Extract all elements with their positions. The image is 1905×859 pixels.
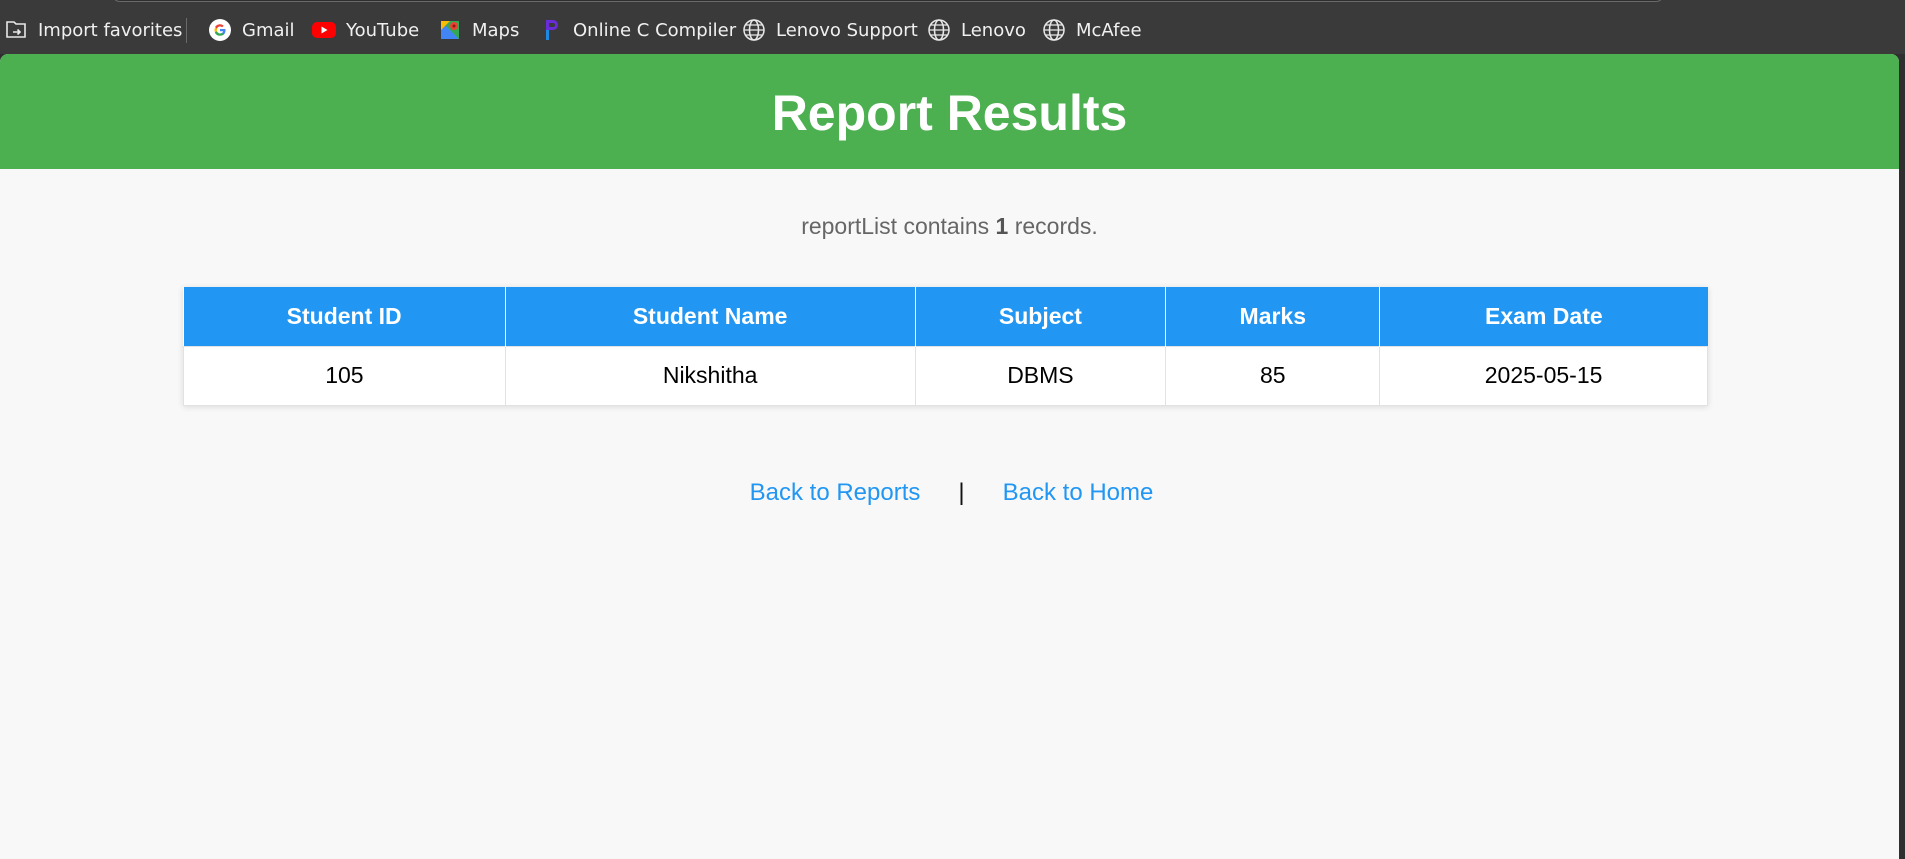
favorite-label: Online C Compiler: [573, 19, 737, 41]
cell-subject: DBMS: [914, 345, 1167, 406]
link-separator: |: [958, 479, 965, 506]
navigation-links: Back to Reports | Back to Home: [0, 479, 1899, 507]
page-viewport: Report Results reportList contains 1 rec…: [0, 54, 1899, 859]
address-bar-edge: [112, 0, 1664, 2]
favorite-mcafee[interactable]: McAfee: [1041, 16, 1142, 44]
favorites-divider: [186, 18, 187, 43]
favorite-lenovo-support[interactable]: Lenovo Support: [741, 16, 918, 44]
column-header-student-id: Student ID: [183, 287, 506, 346]
favorite-youtube[interactable]: YouTube: [311, 16, 419, 44]
back-to-home-link[interactable]: Back to Home: [1003, 479, 1154, 507]
page-title: Report Results: [771, 84, 1128, 141]
favorites-bar: Import favorites Gmail YouTube Maps Onli…: [0, 0, 1905, 54]
window-edge: [1899, 54, 1905, 859]
favorite-label: YouTube: [346, 19, 420, 41]
favorite-lenovo[interactable]: Lenovo: [926, 16, 1026, 44]
globe-icon: [926, 17, 952, 43]
cell-marks: 85: [1165, 345, 1381, 406]
table-header-row: Student ID Student Name Subject Marks Ex…: [183, 287, 1708, 346]
cell-student-name: Nikshitha: [504, 345, 916, 406]
favorite-label: Lenovo Support: [776, 19, 918, 41]
back-to-reports-link[interactable]: Back to Reports: [750, 479, 921, 507]
globe-icon: [1041, 17, 1067, 43]
maps-icon: [437, 17, 463, 43]
import-favorites-icon: [3, 17, 29, 43]
favorite-import-favorites[interactable]: Import favorites: [3, 16, 182, 44]
cell-exam-date: 2025-05-15: [1379, 345, 1708, 406]
favorite-maps[interactable]: Maps: [437, 16, 519, 44]
column-header-student-name: Student Name: [504, 287, 916, 346]
favorite-online-c-compiler[interactable]: Online C Compiler: [538, 16, 736, 44]
table-row: 105 Nikshitha DBMS 85 2025-05-15: [183, 345, 1708, 406]
favorite-label: McAfee: [1076, 19, 1142, 41]
page-header: Report Results: [0, 54, 1899, 169]
summary-prefix: reportList contains: [801, 213, 990, 239]
favorite-gmail[interactable]: Gmail: [207, 16, 295, 44]
column-header-subject: Subject: [914, 287, 1167, 346]
column-header-exam-date: Exam Date: [1379, 287, 1708, 346]
report-table: Student ID Student Name Subject Marks Ex…: [183, 287, 1708, 406]
globe-icon: [741, 17, 767, 43]
record-count: 1: [995, 213, 1009, 239]
column-header-marks: Marks: [1165, 287, 1381, 346]
record-summary: reportList contains 1 records.: [0, 213, 1899, 240]
youtube-icon: [311, 17, 337, 43]
google-icon: [207, 17, 233, 43]
summary-suffix: records.: [1014, 213, 1098, 239]
cell-student-id: 105: [183, 345, 506, 406]
compiler-icon: [538, 17, 564, 43]
favorite-label: Maps: [472, 19, 520, 41]
favorite-label: Lenovo: [961, 19, 1026, 41]
favorite-label: Import favorites: [38, 19, 183, 41]
favorite-label: Gmail: [242, 19, 295, 41]
